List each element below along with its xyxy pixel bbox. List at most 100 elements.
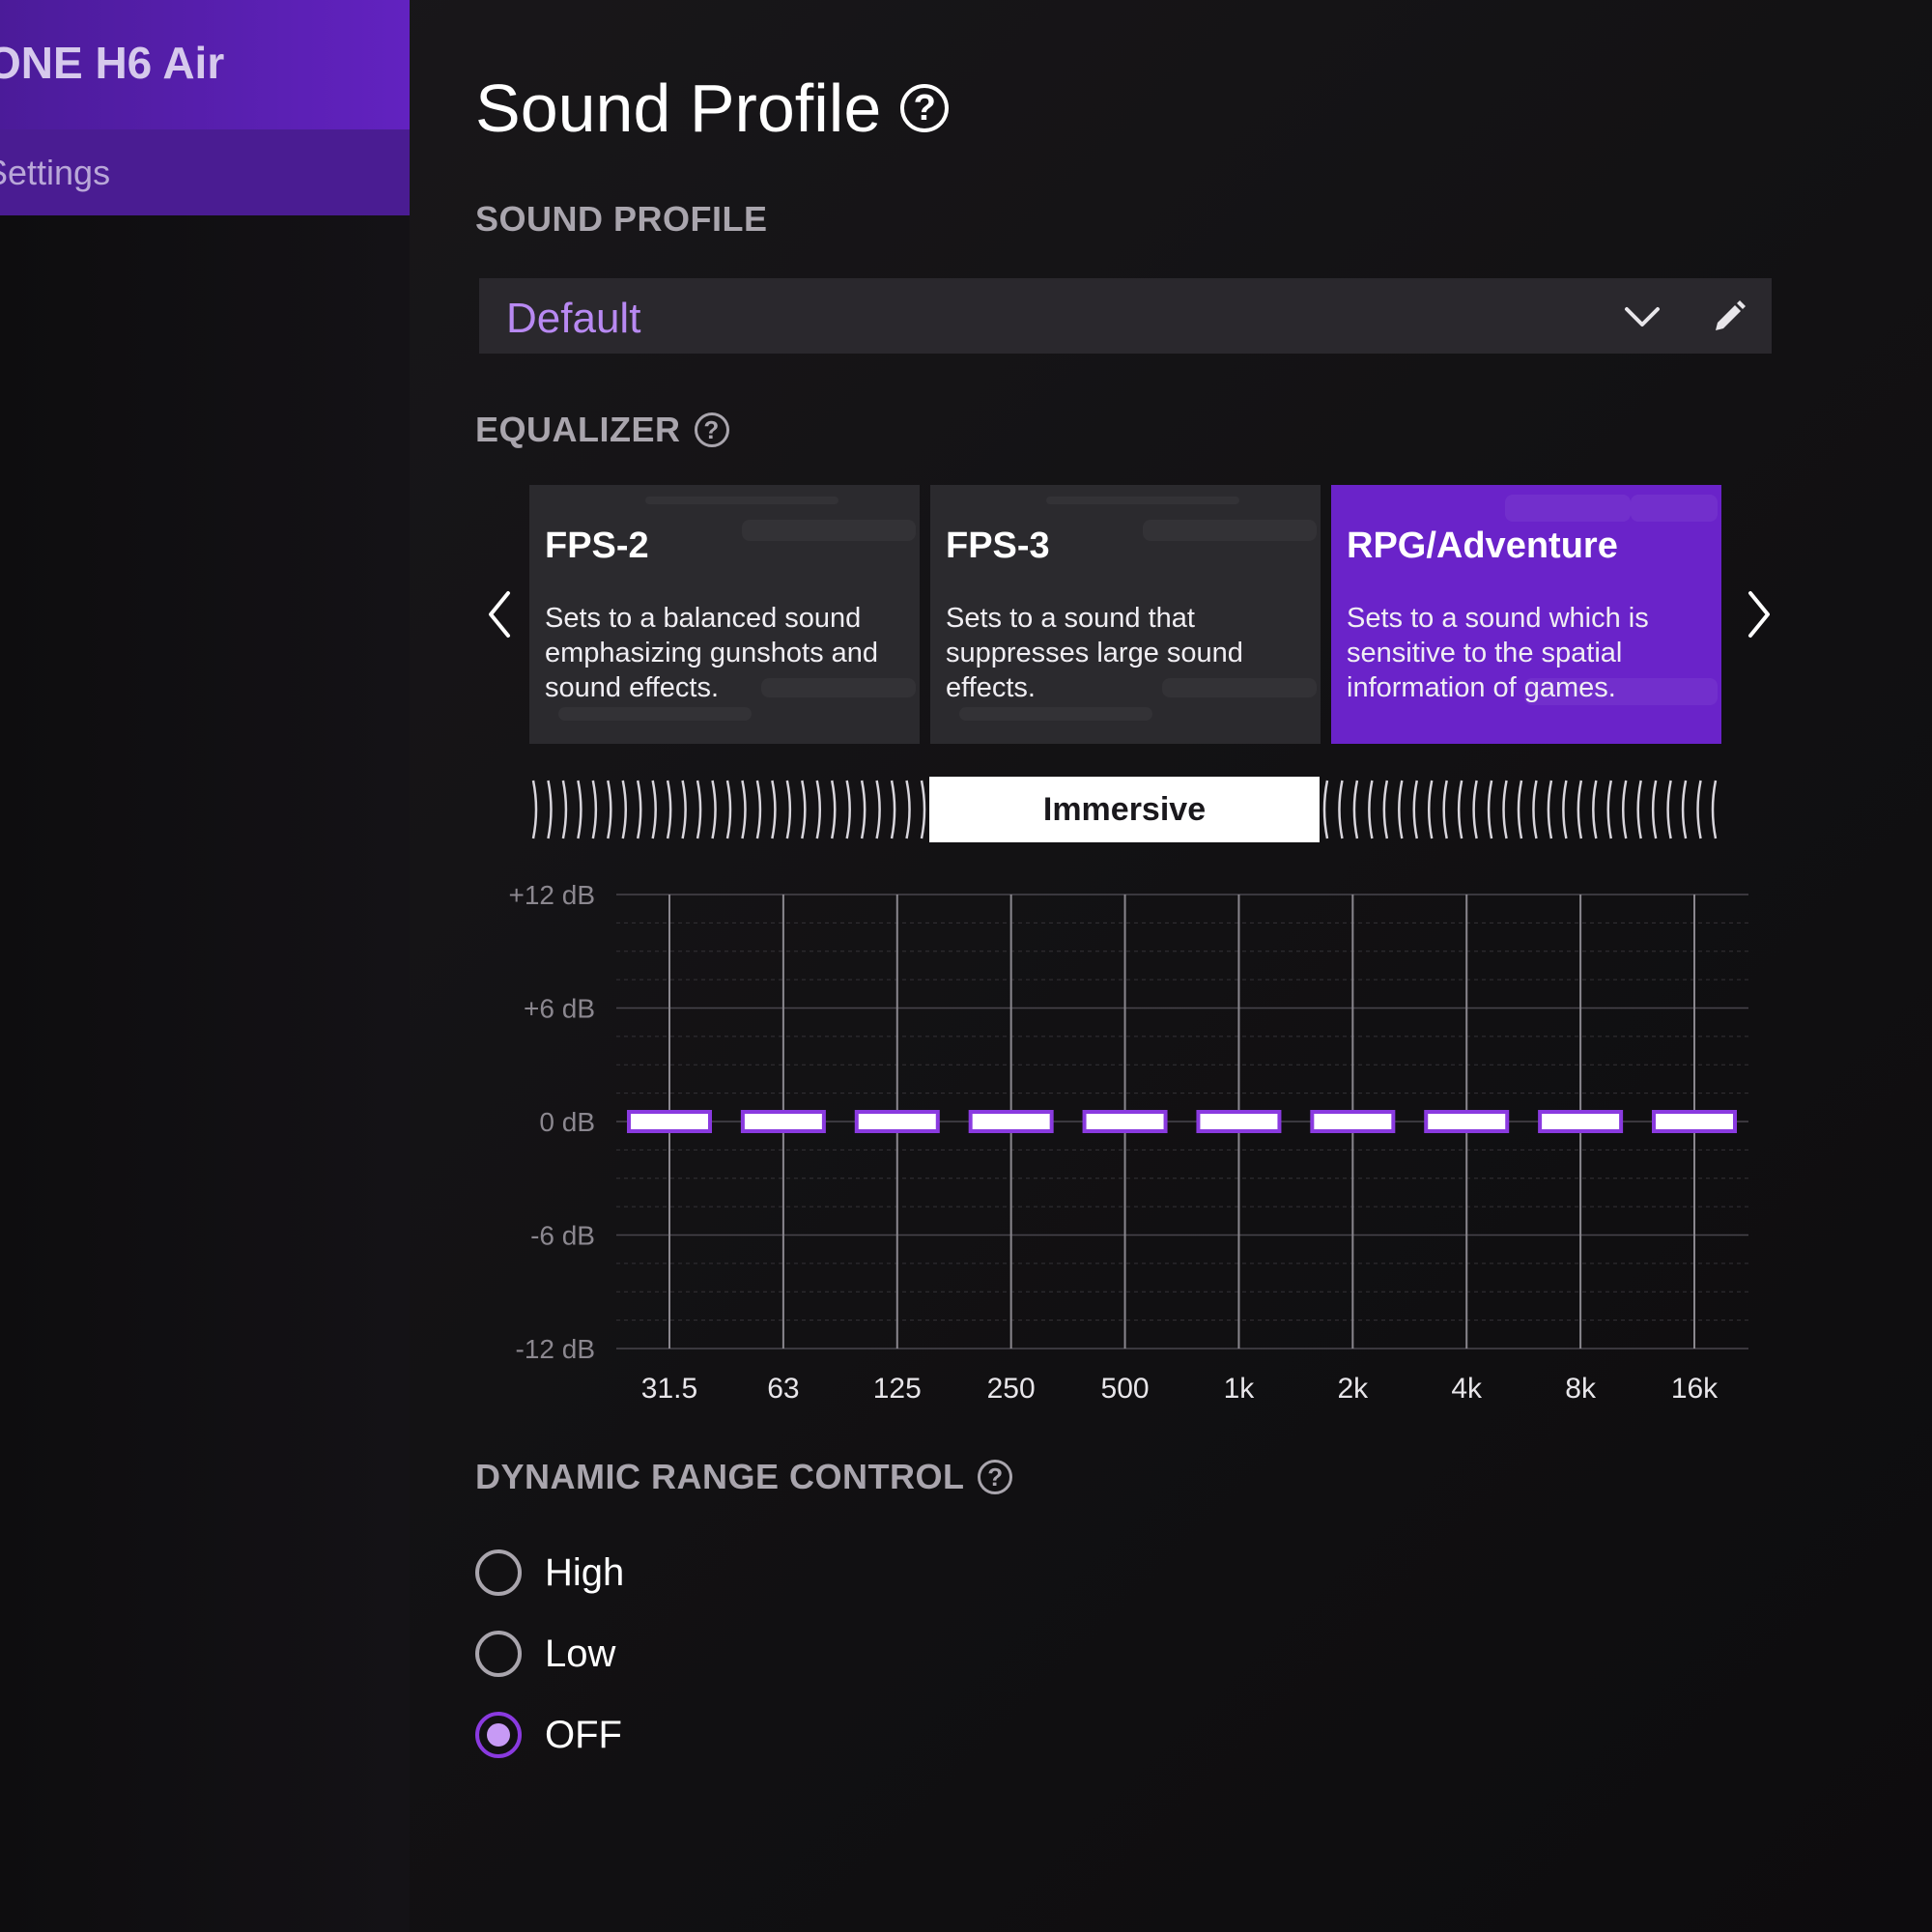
eq-band-handle-16k[interactable] [1652,1110,1737,1133]
eq-band-handle-31.5[interactable] [627,1110,712,1133]
sidebar: ONE H6 Air Settings [0,0,410,1932]
wave-arc [920,780,926,839]
card-decoration [1505,495,1631,522]
drc-option-off[interactable]: OFF [475,1712,622,1758]
card-decoration [959,707,1152,721]
mode-immersive[interactable]: Immersive [929,777,1320,842]
wave-arc [577,780,582,839]
preset-title: FPS-2 [545,526,649,566]
preset-description: Sets to a sound that suppresses large so… [946,603,1243,703]
help-icon[interactable]: ? [900,84,950,132]
radio-button[interactable] [475,1549,522,1596]
wave-arc [561,780,568,839]
wave-arc [607,780,612,839]
mode-strip-right[interactable] [1321,777,1721,842]
wave-arc [1427,780,1434,839]
card-decoration [742,520,916,541]
drc-option-low[interactable]: Low [475,1631,615,1677]
wave-arc [771,780,777,839]
db-tick-label: 0 dB [539,1107,595,1137]
wave-arc [1547,780,1553,839]
wave-arc [1666,780,1672,839]
wave-arc [711,780,717,839]
eq-band-handle-63[interactable] [740,1110,826,1133]
wave-arc [1382,780,1389,839]
card-decoration [1631,495,1718,522]
wave-arc [1562,780,1568,839]
wave-arc [666,780,672,839]
wave-arc [1472,780,1478,839]
sidebar-item-settings[interactable]: Settings [0,129,410,215]
preset-card-fps-3[interactable]: FPS-3 Sets to a sound that suppresses la… [930,485,1321,744]
page-title-text: Sound Profile [475,71,882,146]
wave-arc [725,780,732,839]
eq-band-handle-250[interactable] [968,1110,1054,1133]
wave-arc [1711,780,1718,839]
preset-card-fps-2[interactable]: FPS-2 Sets to a balanced sound emphasizi… [529,485,920,744]
equalizer-graph[interactable]: +12 dB +6 dB 0 dB -6 dB -12 dB 31.5 63 125 250 50… [483,869,1758,1410]
eq-band-handle-8k[interactable] [1538,1110,1624,1133]
drc-option-high[interactable]: High [475,1549,624,1596]
freq-tick-label: 16k [1671,1373,1719,1405]
page-title: Sound Profile ? [475,70,950,147]
wave-arc [1352,780,1359,839]
radio-label: High [545,1550,625,1594]
wave-arc [531,780,538,839]
wave-arc [621,780,628,839]
wave-arc [831,780,837,839]
wave-arc [755,780,762,839]
eq-band-handle-1k[interactable] [1196,1110,1282,1133]
sound-profile-value: Default [506,295,641,342]
freq-tick-label: 4k [1451,1373,1483,1405]
chevron-left-icon[interactable] [481,585,520,643]
eq-band-handle-2k[interactable] [1310,1110,1396,1133]
db-tick-label: +6 dB [524,994,595,1024]
wave-arc [696,780,702,839]
wave-arc [1681,780,1688,839]
eq-band-handle-125[interactable] [854,1110,940,1133]
radio-label: Low [545,1632,616,1675]
eq-band-handle-500[interactable] [1082,1110,1168,1133]
wave-arc [1398,780,1404,839]
wave-arc [681,780,687,839]
wave-arc [1651,780,1658,839]
wave-arc [1442,780,1448,839]
sidebar-item-label: Settings [0,153,111,192]
preset-description: Sets to a sound which is sensitive to th… [1347,603,1649,703]
wave-arc [1577,780,1583,839]
preset-card-rpg-adventure[interactable]: RPG/Adventure Sets to a sound which is s… [1331,485,1721,744]
sound-profile-select[interactable]: Default [479,278,1772,354]
wave-arc [890,780,896,839]
preset-title: FPS-3 [946,526,1050,566]
wave-arc [860,780,867,839]
chevron-right-icon[interactable] [1739,585,1777,643]
wave-arc [1322,780,1329,839]
drc-label-text: DYNAMIC RANGE CONTROL [475,1457,965,1496]
device-name: ONE H6 Air [0,38,225,88]
wave-arc [547,780,553,839]
eq-band-handle-4k[interactable] [1424,1110,1510,1133]
help-icon[interactable]: ? [978,1460,1013,1494]
radio-button[interactable] [475,1631,522,1677]
radio-label: OFF [545,1713,622,1756]
pencil-icon[interactable] [1710,298,1748,336]
help-icon[interactable]: ? [694,412,729,447]
wave-arc [815,780,822,839]
wave-arc [875,780,881,839]
freq-tick-label: 250 [987,1373,1036,1405]
equalizer-label: EQUALIZER ? [475,410,729,450]
wave-arc [1606,780,1612,839]
wave-arc [1502,780,1508,839]
wave-arc [785,780,792,839]
wave-arc [1592,780,1598,839]
radio-button[interactable] [475,1712,522,1758]
card-decoration [558,707,752,721]
chevron-down-icon[interactable] [1623,298,1662,336]
wave-arc [1368,780,1374,839]
device-header[interactable]: ONE H6 Air [0,0,410,129]
freq-tick-label: 8k [1565,1373,1597,1405]
freq-tick-label: 63 [767,1373,799,1405]
wave-arc [1636,780,1642,839]
mode-strip-left[interactable] [527,777,927,842]
wave-arc [741,780,747,839]
